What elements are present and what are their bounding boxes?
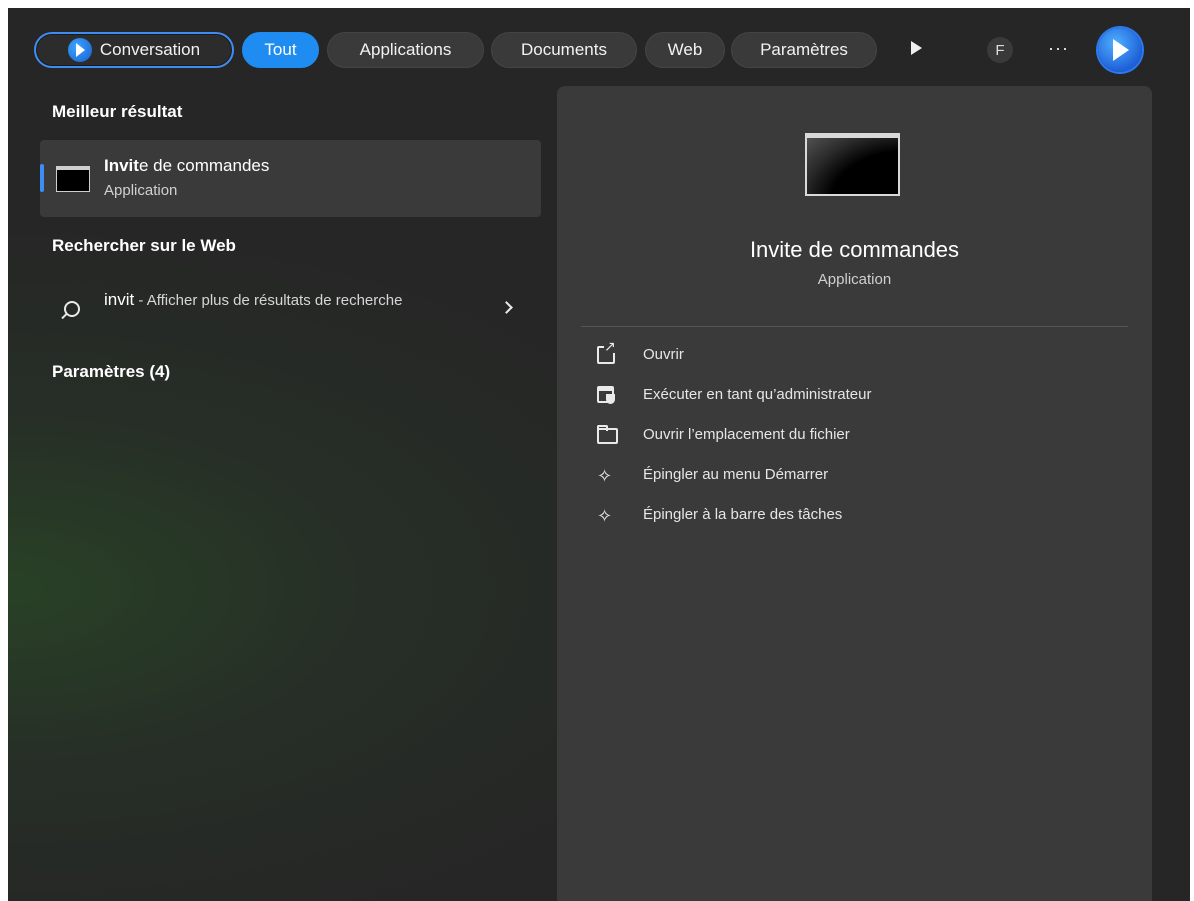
- action-pin-start[interactable]: ✧ Épingler au menu Démarrer: [597, 464, 1097, 488]
- pin-icon: ✧: [597, 506, 613, 526]
- filter-tout[interactable]: Tout: [242, 32, 319, 68]
- conversation-label: Conversation: [99, 40, 201, 59]
- filter-parametres[interactable]: Paramètres: [731, 32, 877, 68]
- settings-heading[interactable]: Paramètres (4): [52, 362, 170, 382]
- folder-icon: [597, 425, 618, 444]
- more-options-icon[interactable]: ···: [1048, 38, 1069, 59]
- preview-title: Invite de commandes: [749, 237, 960, 262]
- best-result-heading: Meilleur résultat: [52, 102, 183, 121]
- selection-indicator: [40, 164, 44, 192]
- best-result-name: Invite de commandes: [104, 156, 270, 175]
- more-filters-play-icon[interactable]: [911, 41, 922, 55]
- pin-icon: ✧: [597, 466, 613, 486]
- search-icon: [64, 301, 80, 317]
- avatar[interactable]: F: [987, 37, 1013, 63]
- filter-web[interactable]: Web: [645, 32, 725, 68]
- run-as-admin-icon: [597, 386, 615, 404]
- preview-panel: Invite de commandes Application Ouvrir E…: [557, 86, 1152, 901]
- preview-subtitle: Application: [817, 271, 892, 288]
- action-pin-taskbar[interactable]: ✧ Épingler à la barre des tâches: [597, 504, 1097, 528]
- action-open-file-location[interactable]: Ouvrir l’emplacement du fichier: [597, 424, 1097, 448]
- bing-icon: [67, 38, 92, 62]
- conversation-button[interactable]: Conversation: [34, 32, 234, 68]
- filter-documents[interactable]: Documents: [491, 32, 637, 68]
- command-prompt-preview-icon: [805, 133, 900, 196]
- chevron-right-icon[interactable]: [500, 301, 513, 314]
- web-search-item[interactable]: invit - Afficher plus de résultats de re…: [40, 283, 541, 339]
- web-search-text: invit - Afficher plus de résultats de re…: [104, 290, 403, 309]
- command-prompt-icon: [56, 166, 90, 192]
- action-open[interactable]: Ouvrir: [597, 339, 1097, 368]
- best-result-type: Application: [104, 182, 178, 199]
- best-result-item[interactable]: Invite de commandes Application: [40, 140, 541, 217]
- search-window: Conversation Tout Applications Documents…: [8, 8, 1190, 901]
- bing-chat-icon[interactable]: [1098, 28, 1142, 72]
- divider: [581, 326, 1128, 327]
- open-external-icon: [597, 339, 616, 364]
- web-search-heading: Rechercher sur le Web: [52, 236, 236, 255]
- action-run-as-admin[interactable]: Exécuter en tant qu’administrateur: [597, 384, 1097, 408]
- filter-applications[interactable]: Applications: [327, 32, 484, 68]
